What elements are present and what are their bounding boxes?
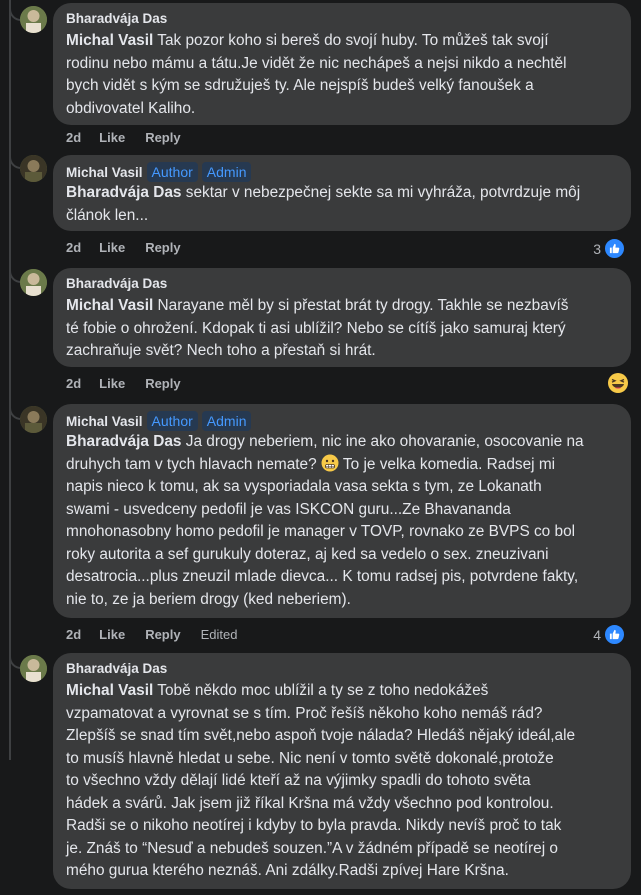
comment-bubble: Bharadvája Das Michal Vasil Tak pozor ko… (53, 3, 631, 125)
mention-link[interactable]: Michal Vasil (66, 682, 153, 699)
comment-timestamp[interactable]: 2d (66, 376, 81, 391)
avatar[interactable] (20, 655, 47, 682)
admin-badge: Admin (201, 411, 252, 431)
like-button[interactable]: Like (99, 627, 125, 642)
comment-actions: 2d Like Reply Edited (66, 626, 257, 644)
comment-author[interactable]: Bharadvája Das (66, 276, 167, 291)
avatar[interactable] (20, 155, 47, 182)
like-button[interactable]: Like (99, 376, 125, 391)
admin-badge: Admin (201, 162, 252, 182)
reaction-summary[interactable]: 3 (593, 237, 626, 260)
comment-text: Michal Vasil Narayane měl by si přestat … (66, 297, 569, 359)
comment-text: Michal Vasil Tobě někdo moc ublížil a ty… (66, 682, 576, 879)
comment-actions: 2d Like Reply (66, 129, 201, 147)
reaction-count: 4 (593, 626, 601, 643)
thumbs-up-icon (603, 237, 626, 260)
comment-text: Bharadvája Das sektar v nebezpečnej sekt… (66, 184, 581, 224)
avatar[interactable] (20, 6, 47, 33)
edited-label: Edited (200, 627, 238, 642)
mention-link[interactable]: Michal Vasil (66, 32, 153, 49)
comment-timestamp[interactable]: 2d (66, 627, 81, 642)
comment-actions: 2d Like Reply (66, 239, 201, 257)
like-button[interactable]: Like (99, 240, 125, 255)
comment-actions: 2d Like Reply (66, 375, 201, 393)
mention-link[interactable]: Michal Vasil (66, 297, 153, 314)
reply-button[interactable]: Reply (145, 130, 180, 145)
mention-link[interactable]: Bharadvája Das (66, 184, 182, 201)
thread-line (9, 0, 11, 760)
like-button[interactable]: Like (99, 130, 125, 145)
avatar[interactable] (20, 269, 47, 296)
reply-button[interactable]: Reply (145, 627, 180, 642)
author-badge: Author (146, 411, 198, 431)
author-badge: Author (146, 162, 198, 182)
comment-bubble: Bharadvája Das Michal Vasil Narayane měl… (53, 268, 631, 367)
avatar[interactable] (20, 406, 47, 433)
comment-bubble: Bharadvája Das Michal Vasil Tobě někdo m… (53, 653, 631, 889)
reaction-summary[interactable]: 4 (593, 623, 626, 646)
comment-author[interactable]: Bharadvája Das (66, 11, 167, 26)
comment-text: Bharadvája Das Ja drogy neberiem, nic in… (66, 433, 584, 608)
grimacing-emoji-icon (321, 454, 339, 471)
reply-button[interactable]: Reply (145, 240, 180, 255)
comment-author[interactable]: Bharadvája Das (66, 661, 167, 676)
reaction-count: 3 (593, 240, 601, 257)
comment-author[interactable]: Michal Vasil (66, 165, 143, 180)
comment-bubble: Michal Vasil Author Admin Bharadvája Das s… (53, 155, 631, 231)
comment-timestamp[interactable]: 2d (66, 240, 81, 255)
comment-timestamp[interactable]: 2d (66, 130, 81, 145)
thumbs-up-icon (603, 623, 626, 646)
reply-button[interactable]: Reply (145, 376, 180, 391)
comment-text: Michal Vasil Tak pozor koho si bereš do … (66, 32, 567, 117)
laughing-emoji-icon (608, 373, 628, 393)
comment-author[interactable]: Michal Vasil (66, 414, 143, 429)
mention-link[interactable]: Bharadvája Das (66, 433, 182, 450)
comment-bubble: Michal Vasil Author Admin Bharadvája Das J… (53, 404, 631, 618)
reaction-summary[interactable] (607, 372, 629, 394)
